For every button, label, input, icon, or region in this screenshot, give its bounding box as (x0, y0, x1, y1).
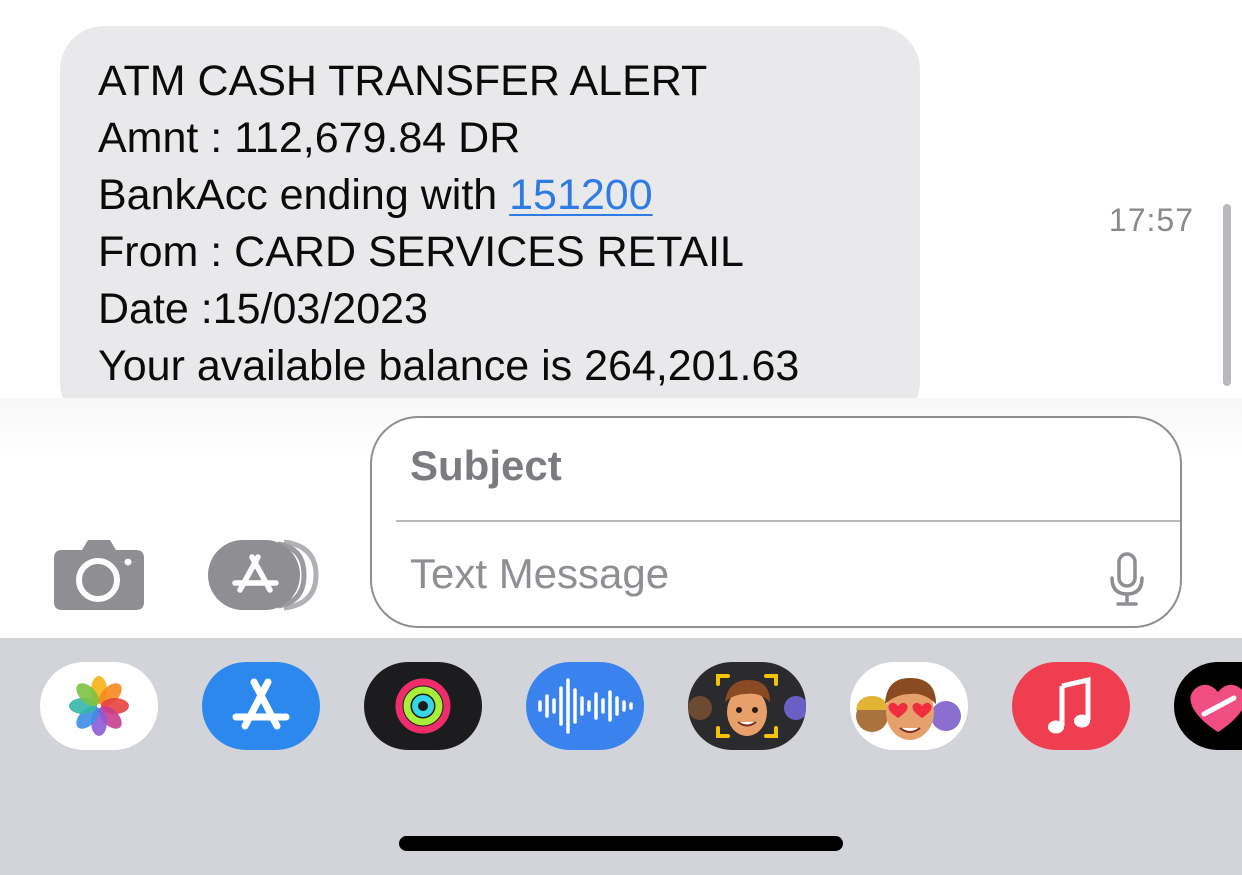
audio-message-app-icon[interactable] (526, 662, 644, 750)
apps-button[interactable] (208, 538, 320, 612)
activity-app-icon[interactable] (364, 662, 482, 750)
message-thread: ATM CASH TRANSFER ALERT Amnt : 112,679.8… (0, 0, 1242, 400)
message-line-balance: Your available balance is 264,201.63 (98, 342, 800, 390)
message-timestamp: 17:57 (1108, 202, 1194, 238)
digital-touch-app-icon[interactable] (1174, 662, 1242, 750)
account-label: BankAcc ending with (98, 171, 510, 219)
message-line-date: Date :15/03/2023 (98, 285, 428, 333)
message-line-account: BankAcc ending with 151200 (98, 167, 920, 224)
subject-input[interactable]: Subject (410, 442, 562, 490)
music-app-icon[interactable] (1012, 662, 1130, 750)
scrollbar[interactable] (1223, 204, 1231, 386)
microphone-icon[interactable] (1108, 552, 1146, 606)
message-line-amount: Amnt : 112,679.84 DR (98, 114, 521, 162)
app-store-icon (208, 539, 319, 611)
compose-field[interactable]: Subject Text Message (370, 416, 1182, 628)
message-line-title: ATM CASH TRANSFER ALERT (98, 57, 708, 105)
camera-icon (54, 540, 144, 610)
account-number-link[interactable]: 151200 (509, 171, 653, 219)
camera-button[interactable] (54, 538, 144, 610)
photos-app-icon[interactable] (40, 662, 158, 750)
message-line-from: From : CARD SERVICES RETAIL (98, 228, 744, 276)
message-bubble[interactable]: ATM CASH TRANSFER ALERT Amnt : 112,679.8… (60, 26, 920, 400)
memoji-stickers-app-icon[interactable] (850, 662, 968, 750)
home-indicator[interactable] (399, 836, 843, 851)
compose-divider (396, 520, 1180, 522)
app-store-app-icon[interactable] (202, 662, 320, 750)
text-message-input[interactable]: Text Message (410, 550, 669, 598)
memoji-camera-app-icon[interactable] (688, 662, 806, 750)
